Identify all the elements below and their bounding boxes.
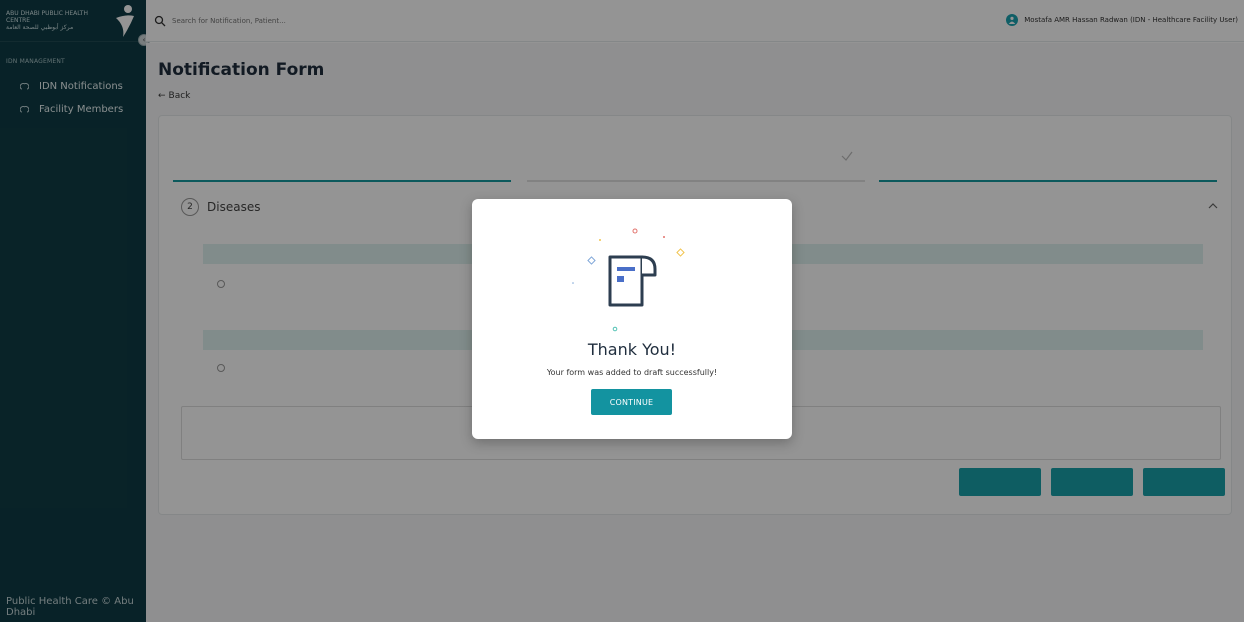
document-illustration-icon bbox=[572, 228, 685, 332]
modal-title: Thank You! bbox=[587, 340, 677, 359]
modal-message: Your form was added to draft successfull… bbox=[546, 368, 718, 377]
success-modal: Thank You! Your form was added to draft … bbox=[472, 199, 792, 439]
continue-button[interactable]: CONTINUE bbox=[591, 389, 672, 415]
